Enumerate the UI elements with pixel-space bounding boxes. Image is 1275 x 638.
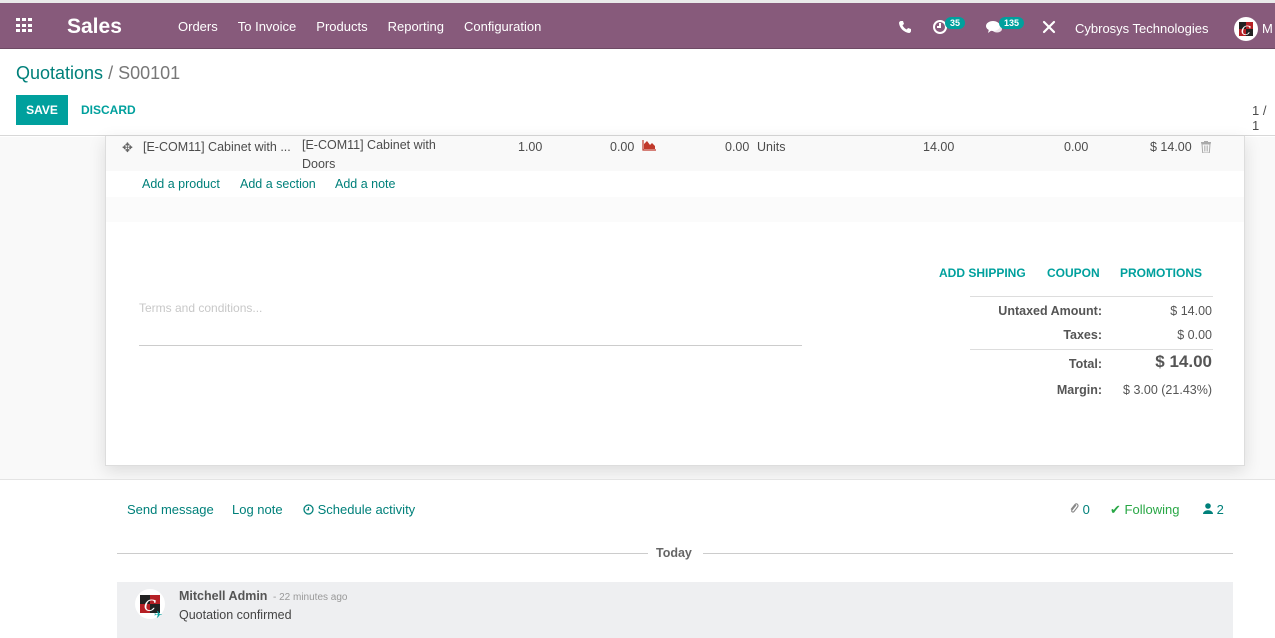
breadcrumb: Quotations / S00101 <box>16 63 180 84</box>
attachments-count: 0 <box>1082 502 1090 517</box>
menu-to-invoice[interactable]: To Invoice <box>238 19 297 34</box>
send-message-button[interactable]: Send message <box>127 502 214 517</box>
debug-tools-icon[interactable] <box>1042 13 1056 41</box>
line-invoiced: 0.00 <box>725 140 750 154</box>
date-divider-left <box>117 553 648 554</box>
attachments-button[interactable]: 0 <box>1069 502 1090 517</box>
menu-orders[interactable]: Orders <box>178 19 218 34</box>
main-navbar: Sales Orders To Invoice Products Reporti… <box>0 3 1275 49</box>
line-discount[interactable]: 0.00 <box>1064 140 1088 154</box>
empty-line-row <box>106 197 1244 222</box>
add-section-link[interactable]: Add a section <box>240 177 316 191</box>
phone-icon[interactable] <box>898 13 912 41</box>
totals-divider <box>970 349 1213 350</box>
line-description[interactable]: [E-COM11] Cabinet with Doors <box>302 136 452 174</box>
order-line-row[interactable]: ✥ [E-COM11] Cabinet with ... [E-COM11] C… <box>106 136 1244 171</box>
app-name[interactable]: Sales <box>67 15 122 39</box>
form-content-area: ✥ [E-COM11] Cabinet with ... [E-COM11] C… <box>0 136 1275 479</box>
following-button[interactable]: ✔ Following <box>1110 502 1179 518</box>
forecast-chart-icon[interactable] <box>642 139 657 154</box>
schedule-activity-button[interactable]: Schedule activity <box>303 502 415 518</box>
company-switcher[interactable]: Cybrosys Technologies <box>1075 21 1208 36</box>
apps-menu-icon[interactable] <box>16 18 33 33</box>
menu-products[interactable]: Products <box>316 19 367 34</box>
date-divider-right <box>703 553 1233 554</box>
save-button[interactable]: SAVE <box>16 95 68 125</box>
breadcrumb-quotations[interactable]: Quotations <box>16 63 103 83</box>
margin-value: $ 3.00 (21.43%) <box>1123 383 1212 397</box>
terms-input[interactable]: Terms and conditions... <box>139 301 802 346</box>
total-label: Total: <box>1068 357 1102 371</box>
add-shipping-button[interactable]: ADD SHIPPING <box>939 266 1026 280</box>
untaxed-amount-value: $ 14.00 <box>1170 304 1212 318</box>
followers-button[interactable]: 2 <box>1203 502 1224 517</box>
total-value: $ 14.00 <box>1155 352 1212 371</box>
message-count-badge: 135 <box>999 17 1025 29</box>
schedule-activity-label: Schedule activity <box>317 502 416 517</box>
message-author[interactable]: Mitchell Admin <box>179 589 267 603</box>
message-body: Quotation confirmed <box>179 608 292 622</box>
delete-line-icon[interactable] <box>1201 141 1211 156</box>
date-separator: Today <box>656 546 692 560</box>
margin-label: Margin: <box>1056 383 1102 397</box>
line-uom[interactable]: Units <box>757 140 785 154</box>
taxes-value: $ 0.00 <box>1177 328 1212 342</box>
pager-value[interactable]: 1 / 1 <box>1252 103 1275 133</box>
menu-configuration[interactable]: Configuration <box>464 19 541 34</box>
add-note-link[interactable]: Add a note <box>335 177 395 191</box>
line-unit-price[interactable]: 14.00 <box>923 140 954 154</box>
following-label: Following <box>1124 502 1180 517</box>
control-panel: Quotations / S00101 SAVE DISCARD 1 / 1 <box>0 50 1275 136</box>
coupon-button[interactable]: COUPON <box>1047 266 1100 280</box>
add-product-link[interactable]: Add a product <box>142 177 220 191</box>
breadcrumb-separator: / <box>108 63 114 83</box>
airplane-icon: ✈ <box>154 610 163 621</box>
taxes-label: Taxes: <box>1063 328 1102 342</box>
totals-divider-top <box>970 296 1213 297</box>
breadcrumb-current: S00101 <box>118 63 181 83</box>
svg-text:C: C <box>1241 24 1251 39</box>
discard-button[interactable]: DISCARD <box>81 95 136 125</box>
untaxed-amount-label: Untaxed Amount: <box>998 304 1102 318</box>
chatter: Send message Log note Schedule activity … <box>0 479 1275 638</box>
menu-reporting[interactable]: Reporting <box>388 19 444 34</box>
user-icon <box>1203 502 1217 517</box>
paperclip-icon <box>1069 502 1083 517</box>
followers-count: 2 <box>1216 502 1224 517</box>
log-note-button[interactable]: Log note <box>232 502 283 517</box>
user-avatar[interactable]: C <box>1234 17 1258 41</box>
check-icon: ✔ <box>1110 502 1121 517</box>
promotions-button[interactable]: PROMOTIONS <box>1120 266 1202 280</box>
chatter-message: C ✈ Mitchell Admin - 22 minutes ago Quot… <box>117 582 1233 638</box>
line-quantity[interactable]: 1.00 <box>518 140 542 154</box>
line-subtotal: $ 14.00 <box>1150 140 1192 154</box>
top-menu: Orders To Invoice Products Reporting Con… <box>178 19 561 34</box>
clock-icon <box>303 503 314 518</box>
line-product[interactable]: [E-COM11] Cabinet with ... <box>143 140 291 154</box>
activity-count-badge: 35 <box>945 17 966 29</box>
message-time: - 22 minutes ago <box>273 592 348 603</box>
line-delivered: 0.00 <box>610 140 635 154</box>
drag-handle-icon[interactable]: ✥ <box>122 140 133 156</box>
add-line-row: Add a product Add a section Add a note <box>106 171 1244 197</box>
user-name[interactable]: M <box>1262 21 1273 36</box>
form-sheet: ✥ [E-COM11] Cabinet with ... [E-COM11] C… <box>105 136 1245 466</box>
